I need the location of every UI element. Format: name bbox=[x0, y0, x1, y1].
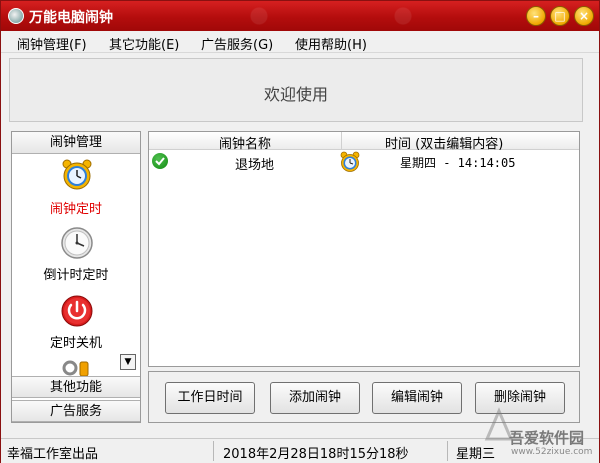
title-bar[interactable]: 万能电脑闹钟 – □ × bbox=[1, 1, 599, 31]
watermark: 吾爱软件园 www.52zixue.com bbox=[479, 401, 597, 461]
sidebar-header-alarm-management[interactable]: 闹钟管理 bbox=[12, 132, 140, 154]
title-decoration bbox=[151, 1, 511, 31]
check-icon bbox=[152, 153, 168, 169]
alarm-clock-icon bbox=[340, 151, 360, 172]
sidebar: 闹钟管理 闹钟定时 倒计时定时 定时关机 ▼ 其他功能 广告服务 bbox=[11, 131, 141, 423]
alarm-list[interactable]: 闹钟名称 时间 (双击编辑内容) 退场地 星期四 - 14:14:05 bbox=[148, 131, 580, 367]
status-divider bbox=[447, 441, 448, 461]
watermark-url: www.52zixue.com bbox=[511, 447, 593, 457]
maximize-button[interactable]: □ bbox=[550, 6, 570, 26]
column-header-time[interactable]: 时间 (双击编辑内容) bbox=[385, 133, 503, 152]
sidebar-item-scheduled-shutdown[interactable]: 定时关机 bbox=[12, 294, 140, 354]
wall-clock-icon bbox=[61, 227, 93, 259]
status-credit: 幸福工作室出品 bbox=[7, 447, 99, 462]
watermark-text: 吾爱软件园 bbox=[509, 429, 585, 447]
sidebar-item-alarm-timer[interactable]: 闹钟定时 bbox=[12, 158, 140, 218]
alarm-clock-icon bbox=[62, 159, 92, 190]
window-title: 万能电脑闹钟 bbox=[29, 10, 113, 26]
workday-time-button[interactable]: 工作日时间 bbox=[165, 382, 255, 414]
menu-bar: 闹钟管理(F) 其它功能(E) 广告服务(G) 使用帮助(H) bbox=[1, 31, 599, 53]
sidebar-header-ad-services[interactable]: 广告服务 bbox=[12, 400, 140, 422]
tools-icon bbox=[62, 360, 89, 376]
column-header-alarm-name[interactable]: 闹钟名称 bbox=[219, 133, 271, 152]
sidebar-header-other-functions[interactable]: 其他功能 bbox=[12, 376, 140, 398]
alarm-list-header: 闹钟名称 时间 (双击编辑内容) bbox=[149, 132, 579, 152]
menu-alarm-management[interactable]: 闹钟管理(F) bbox=[17, 34, 87, 53]
sidebar-scroll-down-button[interactable]: ▼ bbox=[120, 354, 136, 370]
status-datetime: 2018年2月28日18时15分18秒 bbox=[223, 447, 409, 462]
sidebar-item-label: 闹钟定时 bbox=[49, 202, 102, 217]
app-window: 万能电脑闹钟 – □ × 闹钟管理(F) 其它功能(E) 广告服务(G) 使用帮… bbox=[0, 0, 600, 463]
edit-alarm-button[interactable]: 编辑闹钟 bbox=[372, 382, 462, 414]
minimize-button[interactable]: – bbox=[526, 6, 546, 26]
sidebar-item-countdown-timer[interactable]: 倒计时定时 bbox=[12, 226, 140, 286]
sidebar-item-label: 定时关机 bbox=[49, 336, 102, 351]
menu-ad-services[interactable]: 广告服务(G) bbox=[201, 34, 273, 53]
column-divider[interactable] bbox=[341, 132, 342, 150]
table-row[interactable]: 退场地 星期四 - 14:14:05 bbox=[149, 151, 579, 174]
status-divider bbox=[213, 441, 214, 461]
sidebar-item-label: 倒计时定时 bbox=[43, 268, 109, 283]
menu-other-functions[interactable]: 其它功能(E) bbox=[109, 34, 179, 53]
welcome-banner: 欢迎使用 bbox=[9, 58, 583, 122]
app-icon bbox=[8, 8, 24, 24]
power-icon bbox=[61, 295, 93, 327]
add-alarm-button[interactable]: 添加闹钟 bbox=[270, 382, 360, 414]
close-button[interactable]: × bbox=[574, 6, 594, 26]
alarm-time: 星期四 - 14:14:05 bbox=[400, 156, 516, 170]
menu-help[interactable]: 使用帮助(H) bbox=[295, 34, 367, 53]
alarm-name: 退场地 bbox=[235, 158, 275, 173]
welcome-text: 欢迎使用 bbox=[263, 85, 328, 104]
